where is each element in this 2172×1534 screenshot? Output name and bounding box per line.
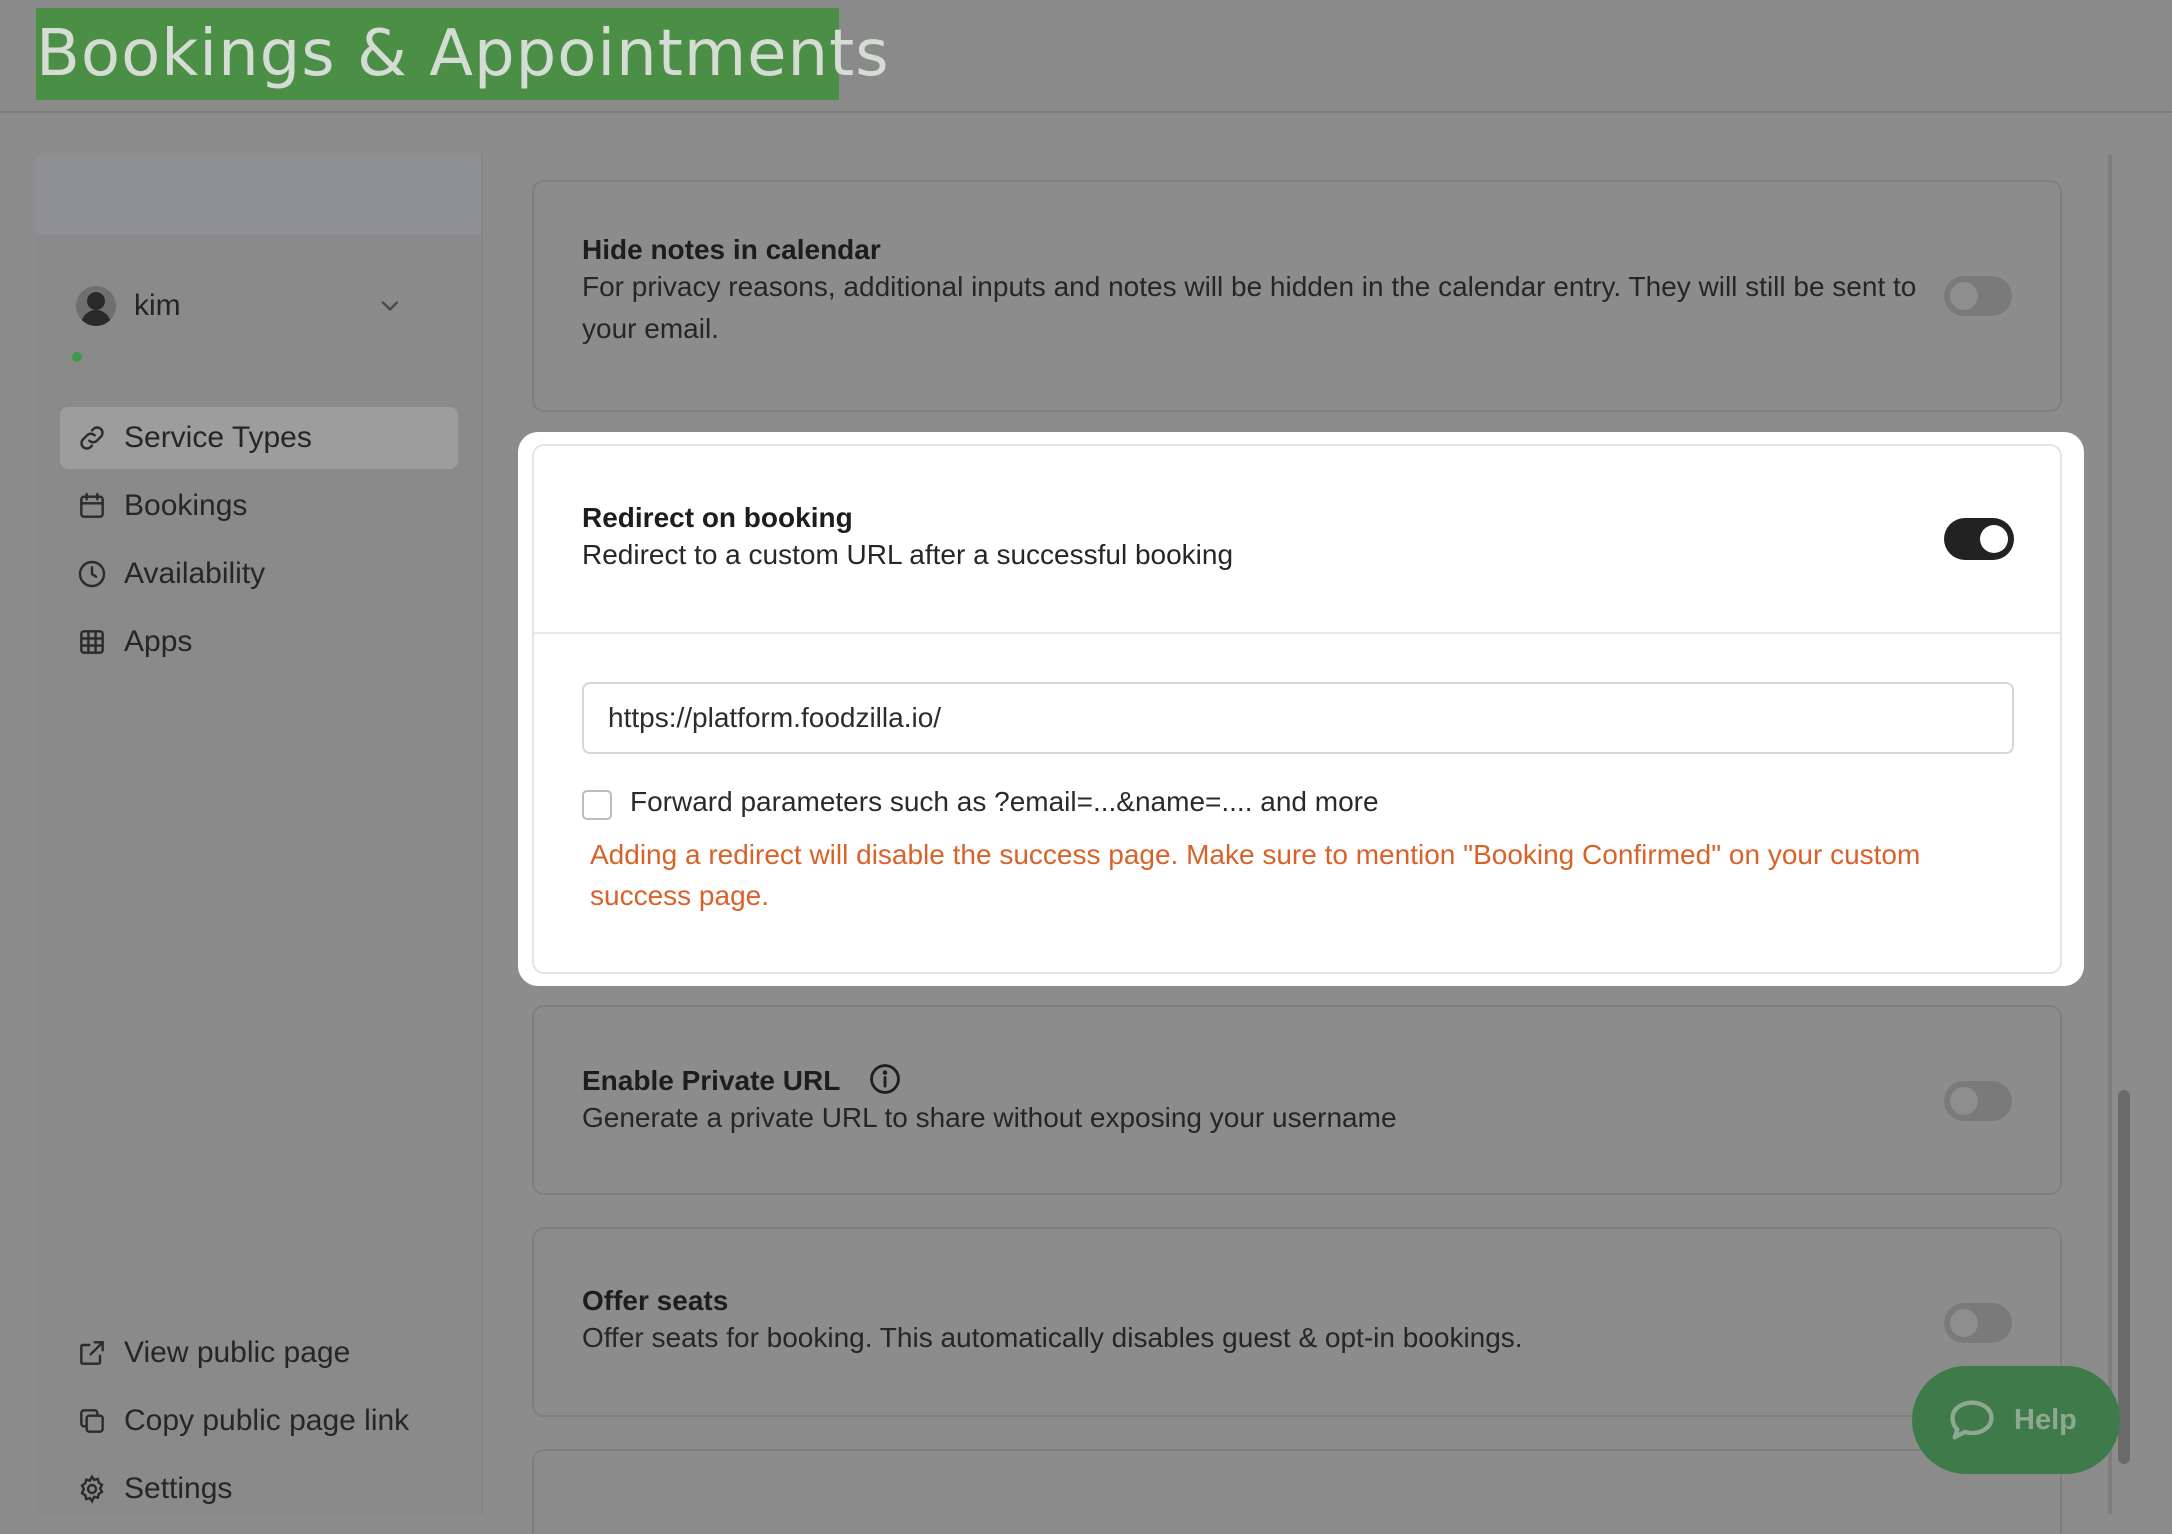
sidebar-item-apps[interactable]: Apps	[60, 611, 458, 673]
private-url-description: Generate a private URL to share without …	[582, 1102, 1397, 1133]
hide-notes-toggle[interactable]	[1944, 276, 2012, 316]
divider	[534, 632, 2060, 634]
hide-notes-description: For privacy reasons, additional inputs a…	[582, 271, 1917, 344]
grid-icon	[80, 630, 104, 654]
private-url-title: Enable Private URL	[582, 1065, 841, 1096]
user-menu[interactable]: kim	[76, 276, 412, 336]
sidebar-item-service-types[interactable]: Service Types	[60, 407, 458, 469]
sidebar-bottom-nav: View public page Copy public page link S…	[60, 1322, 458, 1526]
avatar	[76, 286, 116, 326]
sidebar-item-label: Settings	[124, 1472, 233, 1505]
private-url-card: Enable Private URL Generate a private UR…	[532, 1005, 2062, 1195]
next-setting-card	[532, 1449, 2062, 1534]
sidebar: kim Service Types Bookings Availability …	[36, 155, 483, 1514]
sidebar-header	[36, 155, 481, 235]
brand-logo[interactable]: Bookings & Appointments	[36, 8, 889, 100]
offer-seats-title: Offer seats	[582, 1285, 729, 1316]
sidebar-item-availability[interactable]: Availability	[60, 543, 458, 605]
view-public-page-link[interactable]: View public page	[60, 1322, 458, 1384]
gear-icon	[80, 1474, 104, 1504]
sidebar-item-label: Apps	[124, 625, 193, 658]
sidebar-item-label: Service Types	[124, 421, 312, 454]
calendar-icon	[80, 492, 104, 518]
forward-params-checkbox[interactable]	[582, 790, 612, 820]
redirect-card: Redirect on booking Redirect to a custom…	[532, 444, 2062, 974]
scrollbar-track[interactable]	[2108, 155, 2112, 1514]
private-url-toggle[interactable]	[1944, 1081, 2012, 1121]
app-title: Bookings & Appointments	[36, 17, 890, 91]
redirect-toggle[interactable]	[1944, 518, 2014, 560]
sidebar-nav: Service Types Bookings Availability Apps	[60, 407, 458, 679]
offer-seats-toggle[interactable]	[1944, 1303, 2012, 1343]
offer-seats-description: Offer seats for booking. This automatica…	[582, 1322, 1523, 1353]
user-name: kim	[134, 289, 181, 322]
online-status-dot	[70, 350, 84, 364]
copy-public-page-link[interactable]: Copy public page link	[60, 1390, 458, 1452]
chevron-down-icon	[381, 301, 399, 312]
chat-bubble-icon	[1950, 1400, 1994, 1440]
sidebar-item-label: Bookings	[124, 489, 248, 522]
sidebar-item-label: Availability	[124, 557, 266, 590]
info-icon[interactable]	[868, 1062, 902, 1096]
redirect-description: Redirect to a custom URL after a success…	[582, 539, 1234, 570]
redirect-title: Redirect on booking	[582, 502, 853, 533]
link-icon	[80, 426, 104, 450]
sidebar-item-label: Copy public page link	[124, 1404, 410, 1437]
scrollbar-thumb[interactable]	[2118, 1090, 2130, 1464]
help-label: Help	[2014, 1403, 2077, 1436]
forward-params-label[interactable]: Forward parameters such as ?email=...&na…	[630, 786, 1379, 818]
app-header: Bookings & Appointments	[0, 0, 2172, 113]
help-button[interactable]: Help	[1912, 1366, 2120, 1474]
offer-seats-card: Offer seats Offer seats for booking. Thi…	[532, 1227, 2062, 1417]
redirect-url-input[interactable]	[582, 682, 2014, 754]
sidebar-item-bookings[interactable]: Bookings	[60, 475, 458, 537]
redirect-warning: Adding a redirect will disable the succe…	[590, 839, 1921, 911]
copy-icon	[80, 1409, 104, 1433]
hide-notes-card: Hide notes in calendar For privacy reaso…	[532, 180, 2062, 412]
external-link-icon	[80, 1341, 104, 1365]
sidebar-item-label: View public page	[124, 1336, 351, 1369]
clock-icon	[78, 560, 106, 588]
hide-notes-title: Hide notes in calendar	[582, 234, 881, 265]
sidebar-item-settings[interactable]: Settings	[60, 1458, 458, 1520]
redirect-panel-highlight: Redirect on booking Redirect to a custom…	[518, 432, 2084, 986]
